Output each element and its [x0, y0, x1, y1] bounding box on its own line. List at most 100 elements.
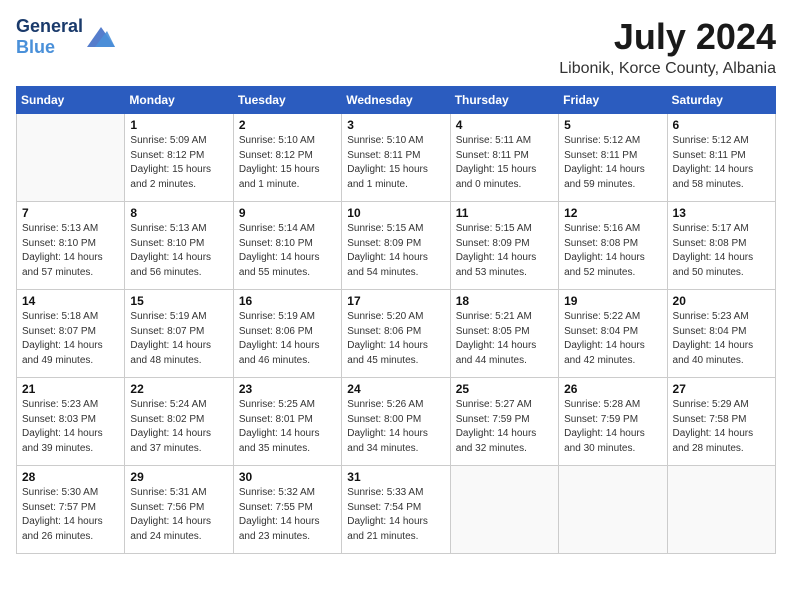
- day-info: Sunrise: 5:29 AM Sunset: 7:58 PM Dayligh…: [673, 398, 770, 456]
- logo-text: General Blue: [16, 16, 83, 58]
- day-info: Sunrise: 5:09 AM Sunset: 8:12 PM Dayligh…: [130, 134, 227, 192]
- day-cell: 1 Sunrise: 5:09 AM Sunset: 8:12 PM Daylig…: [125, 114, 233, 202]
- day-info: Sunrise: 5:32 AM Sunset: 7:55 PM Dayligh…: [239, 486, 336, 544]
- day-cell: 9Sunrise: 5:14 AM Sunset: 8:10 PM Daylig…: [233, 202, 341, 290]
- day-info: Sunrise: 5:19 AM Sunset: 8:06 PM Dayligh…: [239, 310, 336, 368]
- day-info: Sunrise: 5:13 AM Sunset: 8:10 PM Dayligh…: [22, 222, 119, 280]
- day-number: 2: [239, 118, 336, 132]
- day-number: 29: [130, 470, 227, 484]
- day-number: 8: [130, 206, 227, 220]
- day-number: 28: [22, 470, 119, 484]
- day-number: 11: [456, 206, 553, 220]
- day-number: 13: [673, 206, 770, 220]
- day-cell: 8 Sunrise: 5:13 AM Sunset: 8:10 PM Daylig…: [125, 202, 233, 290]
- day-info: Sunrise: 5:28 AM Sunset: 7:59 PM Dayligh…: [564, 398, 661, 456]
- day-cell: 22 Sunrise: 5:24 AM Sunset: 8:02 PM Dayli…: [125, 378, 233, 466]
- day-info: Sunrise: 5:11 AM Sunset: 8:11 PM Dayligh…: [456, 134, 553, 192]
- day-cell: 18 Sunrise: 5:21 AM Sunset: 8:05 PM Dayli…: [450, 290, 558, 378]
- day-info: Sunrise: 5:19 AM Sunset: 8:07 PM Dayligh…: [130, 310, 227, 368]
- day-cell: [450, 466, 558, 554]
- day-cell: [17, 114, 125, 202]
- weekday-header-thursday: Thursday: [450, 87, 558, 114]
- logo: General Blue: [16, 16, 115, 58]
- week-row-2: 7 Sunrise: 5:13 AM Sunset: 8:10 PM Daylig…: [17, 202, 776, 290]
- day-info: Sunrise: 5:15 AM Sunset: 8:09 PM Dayligh…: [347, 222, 444, 280]
- day-number: 25: [456, 382, 553, 396]
- day-number: 6: [673, 118, 770, 132]
- day-cell: 24Sunrise: 5:26 AM Sunset: 8:00 PM Dayli…: [342, 378, 450, 466]
- day-info: Sunrise: 5:30 AM Sunset: 7:57 PM Dayligh…: [22, 486, 119, 544]
- day-info: Sunrise: 5:26 AM Sunset: 8:00 PM Dayligh…: [347, 398, 444, 456]
- logo-general: General: [16, 16, 83, 36]
- day-info: Sunrise: 5:12 AM Sunset: 8:11 PM Dayligh…: [673, 134, 770, 192]
- weekday-header-wednesday: Wednesday: [342, 87, 450, 114]
- day-info: Sunrise: 5:20 AM Sunset: 8:06 PM Dayligh…: [347, 310, 444, 368]
- day-info: Sunrise: 5:27 AM Sunset: 7:59 PM Dayligh…: [456, 398, 553, 456]
- calendar-table: SundayMondayTuesdayWednesdayThursdayFrid…: [16, 86, 776, 554]
- month-title: July 2024: [559, 16, 776, 58]
- day-info: Sunrise: 5:10 AM Sunset: 8:11 PM Dayligh…: [347, 134, 444, 192]
- day-number: 20: [673, 294, 770, 308]
- day-cell: [667, 466, 775, 554]
- day-number: 19: [564, 294, 661, 308]
- day-info: Sunrise: 5:15 AM Sunset: 8:09 PM Dayligh…: [456, 222, 553, 280]
- day-cell: 4 Sunrise: 5:11 AM Sunset: 8:11 PM Daylig…: [450, 114, 558, 202]
- day-cell: 29Sunrise: 5:31 AM Sunset: 7:56 PM Dayli…: [125, 466, 233, 554]
- day-cell: 25 Sunrise: 5:27 AM Sunset: 7:59 PM Dayli…: [450, 378, 558, 466]
- day-info: Sunrise: 5:22 AM Sunset: 8:04 PM Dayligh…: [564, 310, 661, 368]
- day-cell: 12Sunrise: 5:16 AM Sunset: 8:08 PM Dayli…: [559, 202, 667, 290]
- day-number: 17: [347, 294, 444, 308]
- day-number: 10: [347, 206, 444, 220]
- day-cell: 14 Sunrise: 5:18 AM Sunset: 8:07 PM Dayli…: [17, 290, 125, 378]
- day-info: Sunrise: 5:17 AM Sunset: 8:08 PM Dayligh…: [673, 222, 770, 280]
- day-number: 1: [130, 118, 227, 132]
- day-cell: 30Sunrise: 5:32 AM Sunset: 7:55 PM Dayli…: [233, 466, 341, 554]
- day-cell: 5 Sunrise: 5:12 AM Sunset: 8:11 PM Daylig…: [559, 114, 667, 202]
- week-row-4: 21 Sunrise: 5:23 AM Sunset: 8:03 PM Dayli…: [17, 378, 776, 466]
- day-info: Sunrise: 5:12 AM Sunset: 8:11 PM Dayligh…: [564, 134, 661, 192]
- weekday-header-saturday: Saturday: [667, 87, 775, 114]
- day-number: 31: [347, 470, 444, 484]
- day-cell: 3 Sunrise: 5:10 AM Sunset: 8:11 PM Daylig…: [342, 114, 450, 202]
- location-title: Libonik, Korce County, Albania: [559, 60, 776, 78]
- day-cell: 6 Sunrise: 5:12 AM Sunset: 8:11 PM Daylig…: [667, 114, 775, 202]
- day-info: Sunrise: 5:18 AM Sunset: 8:07 PM Dayligh…: [22, 310, 119, 368]
- day-info: Sunrise: 5:23 AM Sunset: 8:03 PM Dayligh…: [22, 398, 119, 456]
- weekday-header-monday: Monday: [125, 87, 233, 114]
- page-header: General Blue July 2024 Libonik, Korce Co…: [16, 16, 776, 78]
- logo-icon: [87, 27, 115, 47]
- day-cell: 23Sunrise: 5:25 AM Sunset: 8:01 PM Dayli…: [233, 378, 341, 466]
- day-number: 14: [22, 294, 119, 308]
- day-number: 3: [347, 118, 444, 132]
- day-number: 22: [130, 382, 227, 396]
- day-number: 4: [456, 118, 553, 132]
- day-cell: 2Sunrise: 5:10 AM Sunset: 8:12 PM Daylig…: [233, 114, 341, 202]
- weekday-header-row: SundayMondayTuesdayWednesdayThursdayFrid…: [17, 87, 776, 114]
- week-row-1: 1 Sunrise: 5:09 AM Sunset: 8:12 PM Daylig…: [17, 114, 776, 202]
- weekday-header-sunday: Sunday: [17, 87, 125, 114]
- day-number: 5: [564, 118, 661, 132]
- day-info: Sunrise: 5:13 AM Sunset: 8:10 PM Dayligh…: [130, 222, 227, 280]
- week-row-5: 28 Sunrise: 5:30 AM Sunset: 7:57 PM Dayli…: [17, 466, 776, 554]
- day-cell: 16Sunrise: 5:19 AM Sunset: 8:06 PM Dayli…: [233, 290, 341, 378]
- day-cell: 10 Sunrise: 5:15 AM Sunset: 8:09 PM Dayli…: [342, 202, 450, 290]
- day-info: Sunrise: 5:14 AM Sunset: 8:10 PM Dayligh…: [239, 222, 336, 280]
- day-number: 15: [130, 294, 227, 308]
- day-cell: 28 Sunrise: 5:30 AM Sunset: 7:57 PM Dayli…: [17, 466, 125, 554]
- weekday-header-friday: Friday: [559, 87, 667, 114]
- day-cell: 31Sunrise: 5:33 AM Sunset: 7:54 PM Dayli…: [342, 466, 450, 554]
- day-cell: 27 Sunrise: 5:29 AM Sunset: 7:58 PM Dayli…: [667, 378, 775, 466]
- day-info: Sunrise: 5:16 AM Sunset: 8:08 PM Dayligh…: [564, 222, 661, 280]
- day-cell: 19 Sunrise: 5:22 AM Sunset: 8:04 PM Dayli…: [559, 290, 667, 378]
- day-cell: 7 Sunrise: 5:13 AM Sunset: 8:10 PM Daylig…: [17, 202, 125, 290]
- day-cell: 26Sunrise: 5:28 AM Sunset: 7:59 PM Dayli…: [559, 378, 667, 466]
- day-number: 18: [456, 294, 553, 308]
- day-cell: 13 Sunrise: 5:17 AM Sunset: 8:08 PM Dayli…: [667, 202, 775, 290]
- day-number: 7: [22, 206, 119, 220]
- day-info: Sunrise: 5:21 AM Sunset: 8:05 PM Dayligh…: [456, 310, 553, 368]
- day-info: Sunrise: 5:24 AM Sunset: 8:02 PM Dayligh…: [130, 398, 227, 456]
- day-cell: 11 Sunrise: 5:15 AM Sunset: 8:09 PM Dayli…: [450, 202, 558, 290]
- day-number: 27: [673, 382, 770, 396]
- day-cell: 15 Sunrise: 5:19 AM Sunset: 8:07 PM Dayli…: [125, 290, 233, 378]
- day-number: 21: [22, 382, 119, 396]
